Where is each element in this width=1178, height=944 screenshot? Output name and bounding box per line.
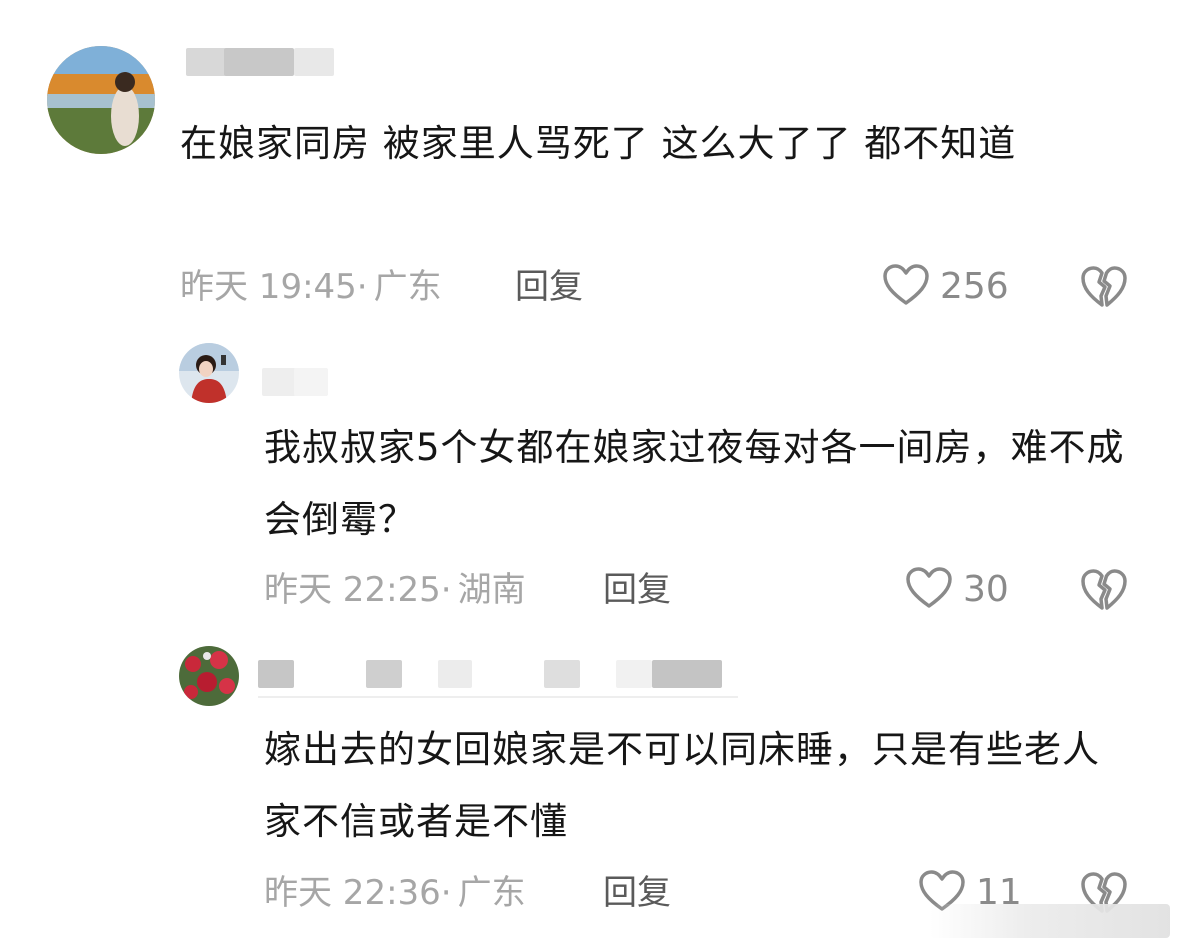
reply-button[interactable]: 回复 <box>603 869 671 917</box>
comment-time: 昨天 22:36 <box>264 873 441 913</box>
comment-text: 嫁出去的女回娘家是不可以同床睡，只是有些老人家不信或者是不懂 <box>264 728 1100 843</box>
comment-item: 嫁出去的女回娘家是不可以同床睡，只是有些老人家不信或者是不懂 昨天 22:36·… <box>0 640 1178 944</box>
username-redacted[interactable] <box>262 362 342 396</box>
meta-separator: · <box>440 873 452 913</box>
avatar[interactable] <box>47 46 155 154</box>
username-redacted[interactable] <box>258 654 738 698</box>
comment-location: 广东 <box>457 873 526 913</box>
comment-text: 我叔叔家5个女都在娘家过夜每对各一间房，难不成会倒霉？ <box>264 426 1125 541</box>
like-count: 256 <box>940 266 1009 307</box>
avatar[interactable] <box>179 646 239 706</box>
comment-location: 广东 <box>373 267 442 307</box>
comment-meta: 昨天 22:25· 湖南 <box>264 566 526 614</box>
like-button[interactable]: 30 <box>905 566 1009 614</box>
watermark-overlay <box>930 904 1170 938</box>
comment-item: 我叔叔家5个女都在娘家过夜每对各一间房，难不成会倒霉？ 昨天 22:25· 湖南 … <box>0 330 1178 640</box>
comment-text: 在娘家同房 被家里人骂死了 这么大了了 都不知道 <box>180 122 1017 165</box>
comment-item: 在娘家同房 被家里人骂死了 这么大了了 都不知道 昨天 19:45· 广东 回复 … <box>0 0 1178 330</box>
comment-time: 昨天 22:25 <box>264 570 441 610</box>
reply-button[interactable]: 回复 <box>515 263 583 311</box>
heart-outline-icon <box>882 263 930 311</box>
comment-meta: 昨天 22:36· 广东 <box>264 869 526 917</box>
comment-location: 湖南 <box>457 570 526 610</box>
meta-separator: · <box>440 570 452 610</box>
broken-heart-icon[interactable] <box>1080 263 1128 311</box>
reply-button[interactable]: 回复 <box>603 566 671 614</box>
like-count: 30 <box>963 569 1009 610</box>
username-redacted[interactable] <box>186 42 386 76</box>
meta-separator: · <box>356 267 368 307</box>
avatar[interactable] <box>179 343 239 403</box>
comment-time: 昨天 19:45 <box>180 267 357 307</box>
broken-heart-icon[interactable] <box>1080 566 1128 614</box>
heart-outline-icon <box>905 566 953 614</box>
like-button[interactable]: 256 <box>882 263 1009 311</box>
comment-meta: 昨天 19:45· 广东 <box>180 263 442 311</box>
